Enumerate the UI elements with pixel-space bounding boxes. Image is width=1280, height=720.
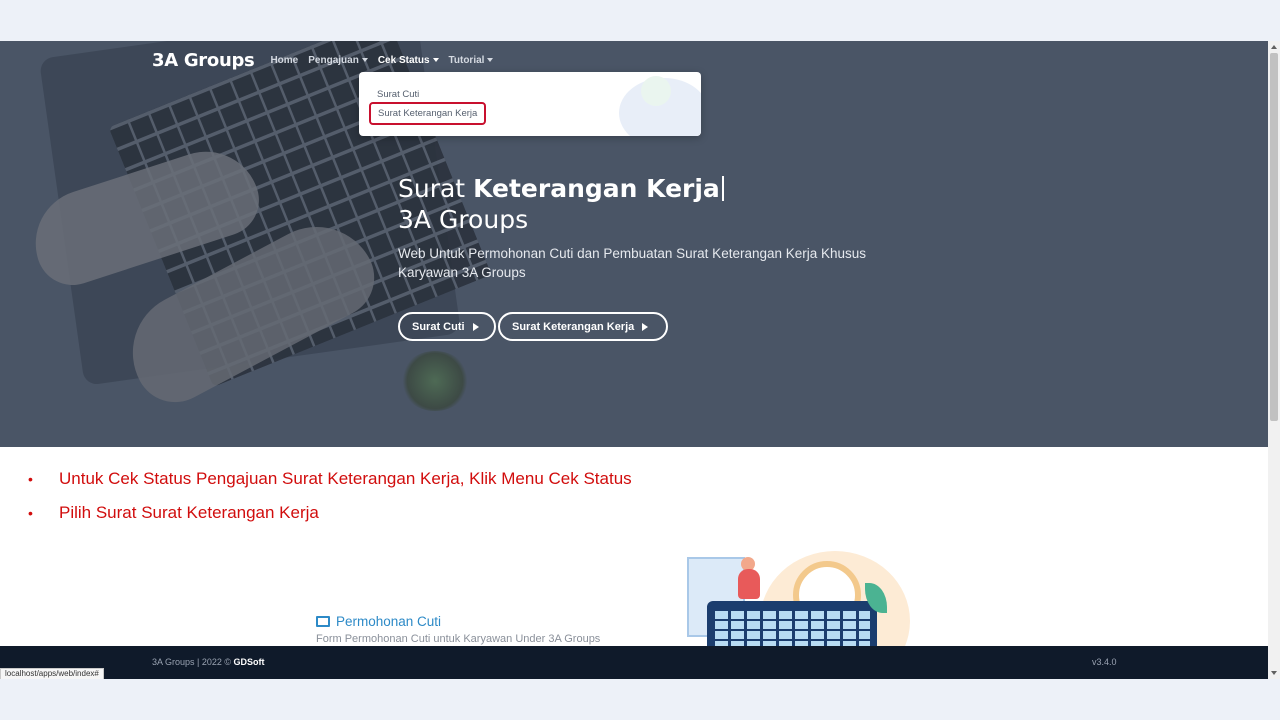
bullet-icon: • [28,471,33,487]
nav-item-pengajuan[interactable]: Pengajuan [308,55,368,66]
nav-label: Pengajuan [308,54,359,66]
hero-title: Surat Keterangan Kerja [398,173,724,205]
nav-item-home[interactable]: Home [270,55,298,66]
button-label: Surat Keterangan Kerja [512,320,635,333]
cek-status-dropdown-menu: Surat Cuti Surat Keterangan Kerja [359,72,701,136]
instruction-item: • Pilih Surat Surat Keterangan Kerja [28,496,632,530]
hero-section: 3A Groups Home Pengajuan Cek Status Tuto… [0,41,1268,447]
brand-logo[interactable]: 3A Groups [152,50,255,71]
dropdown-item-surat-cuti[interactable]: Surat Cuti [377,89,419,100]
instruction-item: • Untuk Cek Status Pengajuan Surat Ketera… [28,462,632,496]
button-label: Surat Cuti [412,320,465,333]
footer-company-link[interactable]: GDSoft [234,657,265,667]
nav-item-cek-status[interactable]: Cek Status [378,55,439,66]
hero-description: Web Untuk Permohonan Cuti dan Pembuatan … [398,246,867,280]
dropdown-decoration [641,76,671,106]
dropdown-item-surat-keterangan-kerja[interactable]: Surat Keterangan Kerja [369,102,487,125]
surat-cuti-button[interactable]: Surat Cuti [398,312,496,341]
permohonan-cuti-heading[interactable]: Permohonan Cuti [316,614,441,629]
page-footer: 3A Groups | 2022 © GDSoft v3.4.0 [0,646,1268,679]
copyright-text: 3A Groups | 2022 © [152,657,232,667]
instruction-text: Pilih Surat Surat Keterangan Kerja [59,503,319,522]
calendar-grid [715,609,870,646]
caret-down-icon [361,58,368,62]
caret-down-icon [487,58,494,62]
play-icon [642,322,649,331]
scroll-up-arrow-icon[interactable] [1271,45,1277,49]
vertical-scrollbar[interactable] [1268,41,1280,679]
navbar: 3A Groups Home Pengajuan Cek Status Tuto… [152,49,503,71]
scroll-down-arrow-icon[interactable] [1271,671,1277,675]
monitor-icon [316,616,330,627]
typing-cursor [721,176,724,201]
caret-down-icon [432,58,439,62]
footer-version: v3.4.0 [1092,657,1117,667]
browser-status-url: localhost/apps/web/index# [0,668,104,679]
hero-subtitle: 3A Groups [398,205,529,234]
nav-label: Home [270,54,299,66]
section-description: Form Permohonan Cuti untuk Karyawan Unde… [316,633,601,645]
browser-viewport: 3A Groups Home Pengajuan Cek Status Tuto… [0,41,1280,679]
nav-item-tutorial[interactable]: Tutorial [449,55,494,66]
surat-keterangan-kerja-button[interactable]: Surat Keterangan Kerja [498,312,668,341]
nav-label: Tutorial [448,54,485,66]
calendar-illustration [660,551,910,646]
instruction-text: Untuk Cek Status Pengajuan Surat Keteran… [59,469,632,488]
play-icon [472,322,479,331]
section-title: Permohonan Cuti [336,614,442,629]
footer-copyright: 3A Groups | 2022 © GDSoft [152,657,265,667]
person-illustration [738,569,760,599]
scroll-thumb[interactable] [1270,53,1278,421]
bullet-icon: • [28,505,33,521]
instruction-list: • Untuk Cek Status Pengajuan Surat Ketera… [28,462,632,530]
plant-background-image [400,351,470,411]
hero-title-prefix: Surat [398,174,466,203]
hero-title-bold: Keterangan Kerja [473,174,720,203]
nav-label: Cek Status [377,54,430,66]
